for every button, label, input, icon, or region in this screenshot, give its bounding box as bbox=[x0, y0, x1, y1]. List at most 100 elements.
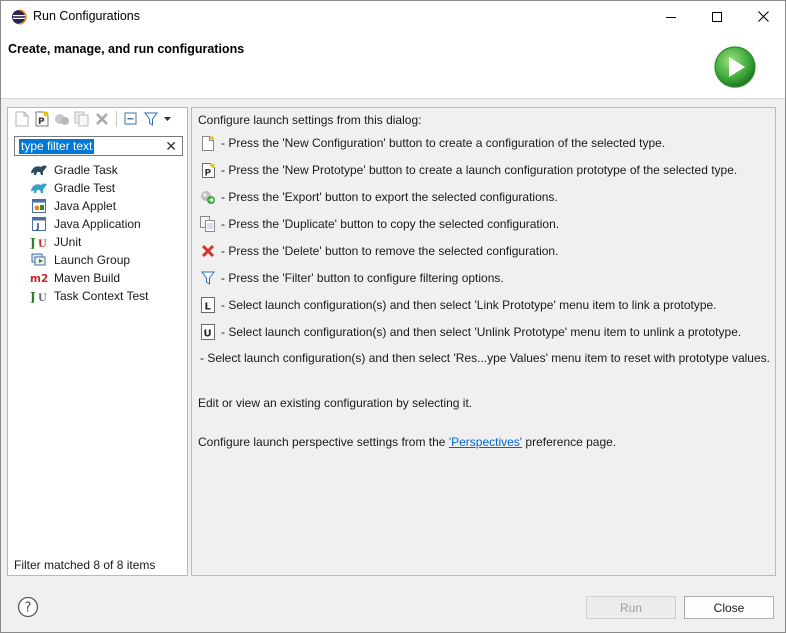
perspective-prefix: Configure launch perspective settings fr… bbox=[198, 435, 449, 449]
window-title: Run Configurations bbox=[33, 9, 141, 23]
svg-text:P: P bbox=[38, 117, 45, 127]
launch-settings-pane: Configure launch settings from this dial… bbox=[191, 107, 776, 576]
delete-icon bbox=[200, 243, 216, 259]
instruction-text: - Press the 'Filter' button to configure… bbox=[221, 271, 504, 285]
configuration-tree-pane: P type filter text ✕ Gradle Task Gradle … bbox=[7, 107, 188, 576]
new-configuration-button[interactable] bbox=[13, 110, 31, 128]
filter-input-text[interactable]: type filter text bbox=[19, 139, 95, 154]
intro-text: Configure launch settings from this dial… bbox=[198, 113, 422, 127]
svg-text:L: L bbox=[205, 302, 212, 313]
launch-group-icon bbox=[30, 252, 48, 268]
edit-hint: Edit or view an existing configuration b… bbox=[198, 396, 473, 410]
instruction-delete: - Press the 'Delete' button to remove th… bbox=[200, 241, 558, 261]
export-icon bbox=[55, 114, 69, 125]
tree-item-java-application[interactable]: J Java Application bbox=[30, 215, 185, 233]
help-icon: ? bbox=[25, 601, 32, 616]
eclipse-icon bbox=[12, 9, 27, 25]
instruction-text: - Press the 'Export' button to export th… bbox=[221, 190, 558, 204]
tree-item-label: Java Application bbox=[54, 217, 141, 231]
clear-filter-icon[interactable]: ✕ bbox=[165, 138, 177, 154]
new-prototype-button[interactable]: P bbox=[33, 110, 51, 128]
instruction-text: - Select launch configuration(s) and the… bbox=[221, 325, 742, 339]
instruction-text: - Select launch configuration(s) and the… bbox=[221, 298, 717, 312]
minimize-button[interactable] bbox=[648, 1, 694, 32]
tree-item-label: JUnit bbox=[54, 235, 82, 249]
svg-text:U: U bbox=[38, 293, 47, 303]
instruction-duplicate: - Press the 'Duplicate' button to copy t… bbox=[200, 214, 559, 234]
svg-text:J: J bbox=[36, 222, 40, 231]
instruction-reset-prototype: - Select launch configuration(s) and the… bbox=[200, 351, 770, 365]
run-icon bbox=[714, 46, 756, 88]
java-applet-icon bbox=[30, 198, 48, 214]
perspectives-link[interactable]: 'Perspectives' bbox=[449, 435, 522, 449]
collapse-all-button[interactable] bbox=[122, 110, 140, 128]
filter-input[interactable]: type filter text ✕ bbox=[14, 136, 183, 156]
minimize-icon bbox=[666, 16, 676, 18]
tree-toolbar: P bbox=[8, 108, 187, 130]
duplicate-icon bbox=[74, 111, 89, 127]
new-prototype-icon: P bbox=[35, 111, 49, 127]
new-configuration-icon bbox=[200, 135, 216, 151]
instruction-unlink-prototype: U - Select launch configuration(s) and t… bbox=[200, 322, 741, 342]
run-button[interactable]: Run bbox=[586, 596, 676, 619]
header-title: Create, manage, and run configurations bbox=[8, 42, 245, 56]
filter-status: Filter matched 8 of 8 items bbox=[14, 558, 156, 572]
junit-icon: JU bbox=[30, 234, 48, 250]
view-menu-icon bbox=[163, 116, 171, 121]
toolbar-separator bbox=[116, 111, 117, 127]
close-window-button[interactable] bbox=[740, 1, 786, 32]
delete-icon bbox=[96, 113, 108, 125]
tree-item-label: Gradle Task bbox=[54, 163, 118, 177]
title-bar: Run Configurations bbox=[1, 1, 785, 32]
svg-text:U: U bbox=[204, 329, 212, 340]
help-button[interactable]: ? bbox=[17, 596, 39, 618]
close-button[interactable]: Close bbox=[684, 596, 774, 619]
tree-item-gradle-test[interactable]: Gradle Test bbox=[30, 179, 185, 197]
view-menu-button[interactable] bbox=[162, 110, 172, 128]
tree-item-gradle-task[interactable]: Gradle Task bbox=[30, 161, 185, 179]
instruction-text: - Press the 'Delete' button to remove th… bbox=[221, 244, 559, 258]
gradle-test-icon bbox=[30, 180, 48, 196]
filter-button[interactable] bbox=[142, 110, 160, 128]
instruction-new-configuration: - Press the 'New Configuration' button t… bbox=[200, 133, 665, 153]
unlink-prototype-icon: U bbox=[200, 324, 216, 340]
maximize-button[interactable] bbox=[694, 1, 740, 32]
tree-item-label: Java Applet bbox=[54, 199, 117, 213]
delete-button[interactable] bbox=[93, 110, 111, 128]
svg-text:J: J bbox=[30, 236, 36, 249]
instruction-filter: - Press the 'Filter' button to configure… bbox=[200, 268, 504, 288]
maven-build-icon: m2 bbox=[30, 270, 48, 286]
filter-icon bbox=[144, 112, 158, 126]
instruction-link-prototype: L - Select launch configuration(s) and t… bbox=[200, 295, 717, 315]
task-context-test-icon: JU bbox=[30, 288, 48, 304]
tree-item-task-context-test[interactable]: JU Task Context Test bbox=[30, 287, 185, 305]
instruction-export: - Press the 'Export' button to export th… bbox=[200, 187, 558, 207]
svg-text:U: U bbox=[38, 239, 47, 249]
new-configuration-icon bbox=[15, 111, 29, 127]
tree-item-label: Task Context Test bbox=[54, 289, 149, 303]
export-icon bbox=[200, 189, 216, 205]
configuration-type-tree: Gradle Task Gradle Test Java Applet J Ja… bbox=[30, 161, 185, 305]
svg-text:J: J bbox=[30, 290, 36, 303]
duplicate-icon bbox=[200, 216, 216, 232]
collapse-all-icon bbox=[124, 112, 137, 125]
tree-item-maven-build[interactable]: m2 Maven Build bbox=[30, 269, 185, 287]
dialog-header: Create, manage, and run configurations bbox=[1, 32, 785, 99]
tree-item-java-applet[interactable]: Java Applet bbox=[30, 197, 185, 215]
maximize-icon bbox=[712, 11, 722, 22]
tree-item-junit[interactable]: JU JUnit bbox=[30, 233, 185, 251]
perspective-hint: Configure launch perspective settings fr… bbox=[198, 435, 616, 449]
tree-item-label: Gradle Test bbox=[54, 181, 116, 195]
duplicate-button[interactable] bbox=[73, 110, 91, 128]
close-icon bbox=[757, 11, 769, 22]
export-button[interactable] bbox=[53, 110, 71, 128]
instruction-text: - Press the 'New Configuration' button t… bbox=[221, 136, 666, 150]
perspective-suffix: preference page. bbox=[522, 435, 617, 449]
tree-item-label: Maven Build bbox=[54, 271, 121, 285]
tree-item-launch-group[interactable]: Launch Group bbox=[30, 251, 185, 269]
link-prototype-icon: L bbox=[200, 297, 216, 313]
filter-icon bbox=[200, 270, 216, 286]
tree-item-label: Launch Group bbox=[54, 253, 131, 267]
instruction-text: - Press the 'New Prototype' button to cr… bbox=[221, 163, 738, 177]
instruction-new-prototype: P - Press the 'New Prototype' button to … bbox=[200, 160, 737, 180]
